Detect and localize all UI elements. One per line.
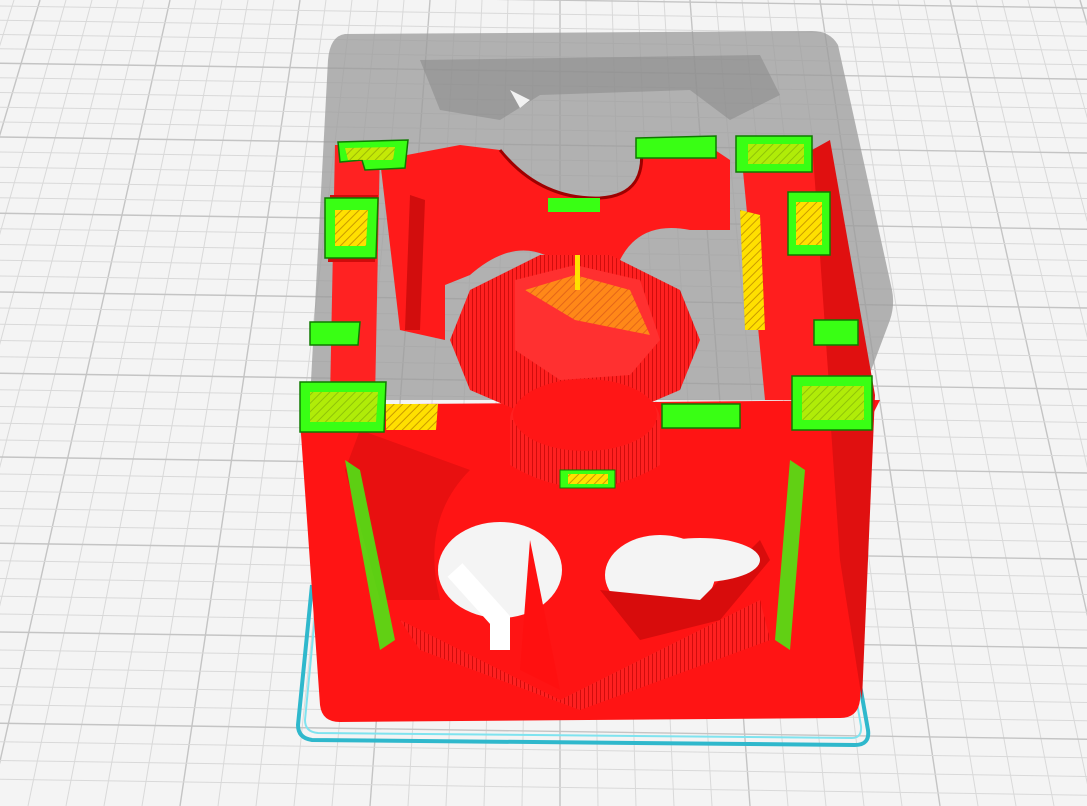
grid-line-horizontal [0,741,1087,759]
grid-line-vertical [1001,0,1087,338]
grid-line-vertical [0,0,145,607]
grid-line-vertical [179,0,301,806]
grid-line-horizontal [0,759,1087,777]
grid-line-vertical [0,0,41,137]
grid-line-vertical [1053,0,1087,119]
grid-line-vertical [0,0,93,346]
grid-line-vertical [0,0,67,236]
grid-line-vertical [975,0,1087,469]
grid-line-vertical [1079,0,1087,26]
grid-line-vertical [141,0,275,806]
layer-view-canvas[interactable] [0,0,1087,806]
grid-line-horizontal [0,778,1087,796]
grid-line-vertical [0,0,15,47]
grid-line-vertical [27,0,197,806]
grid-line-vertical [1027,0,1087,223]
grid-line-vertical [103,0,249,806]
grid-line-horizontal [0,5,1087,23]
3d-viewport[interactable] [0,0,1087,806]
grid-line-horizontal [0,722,1087,740]
